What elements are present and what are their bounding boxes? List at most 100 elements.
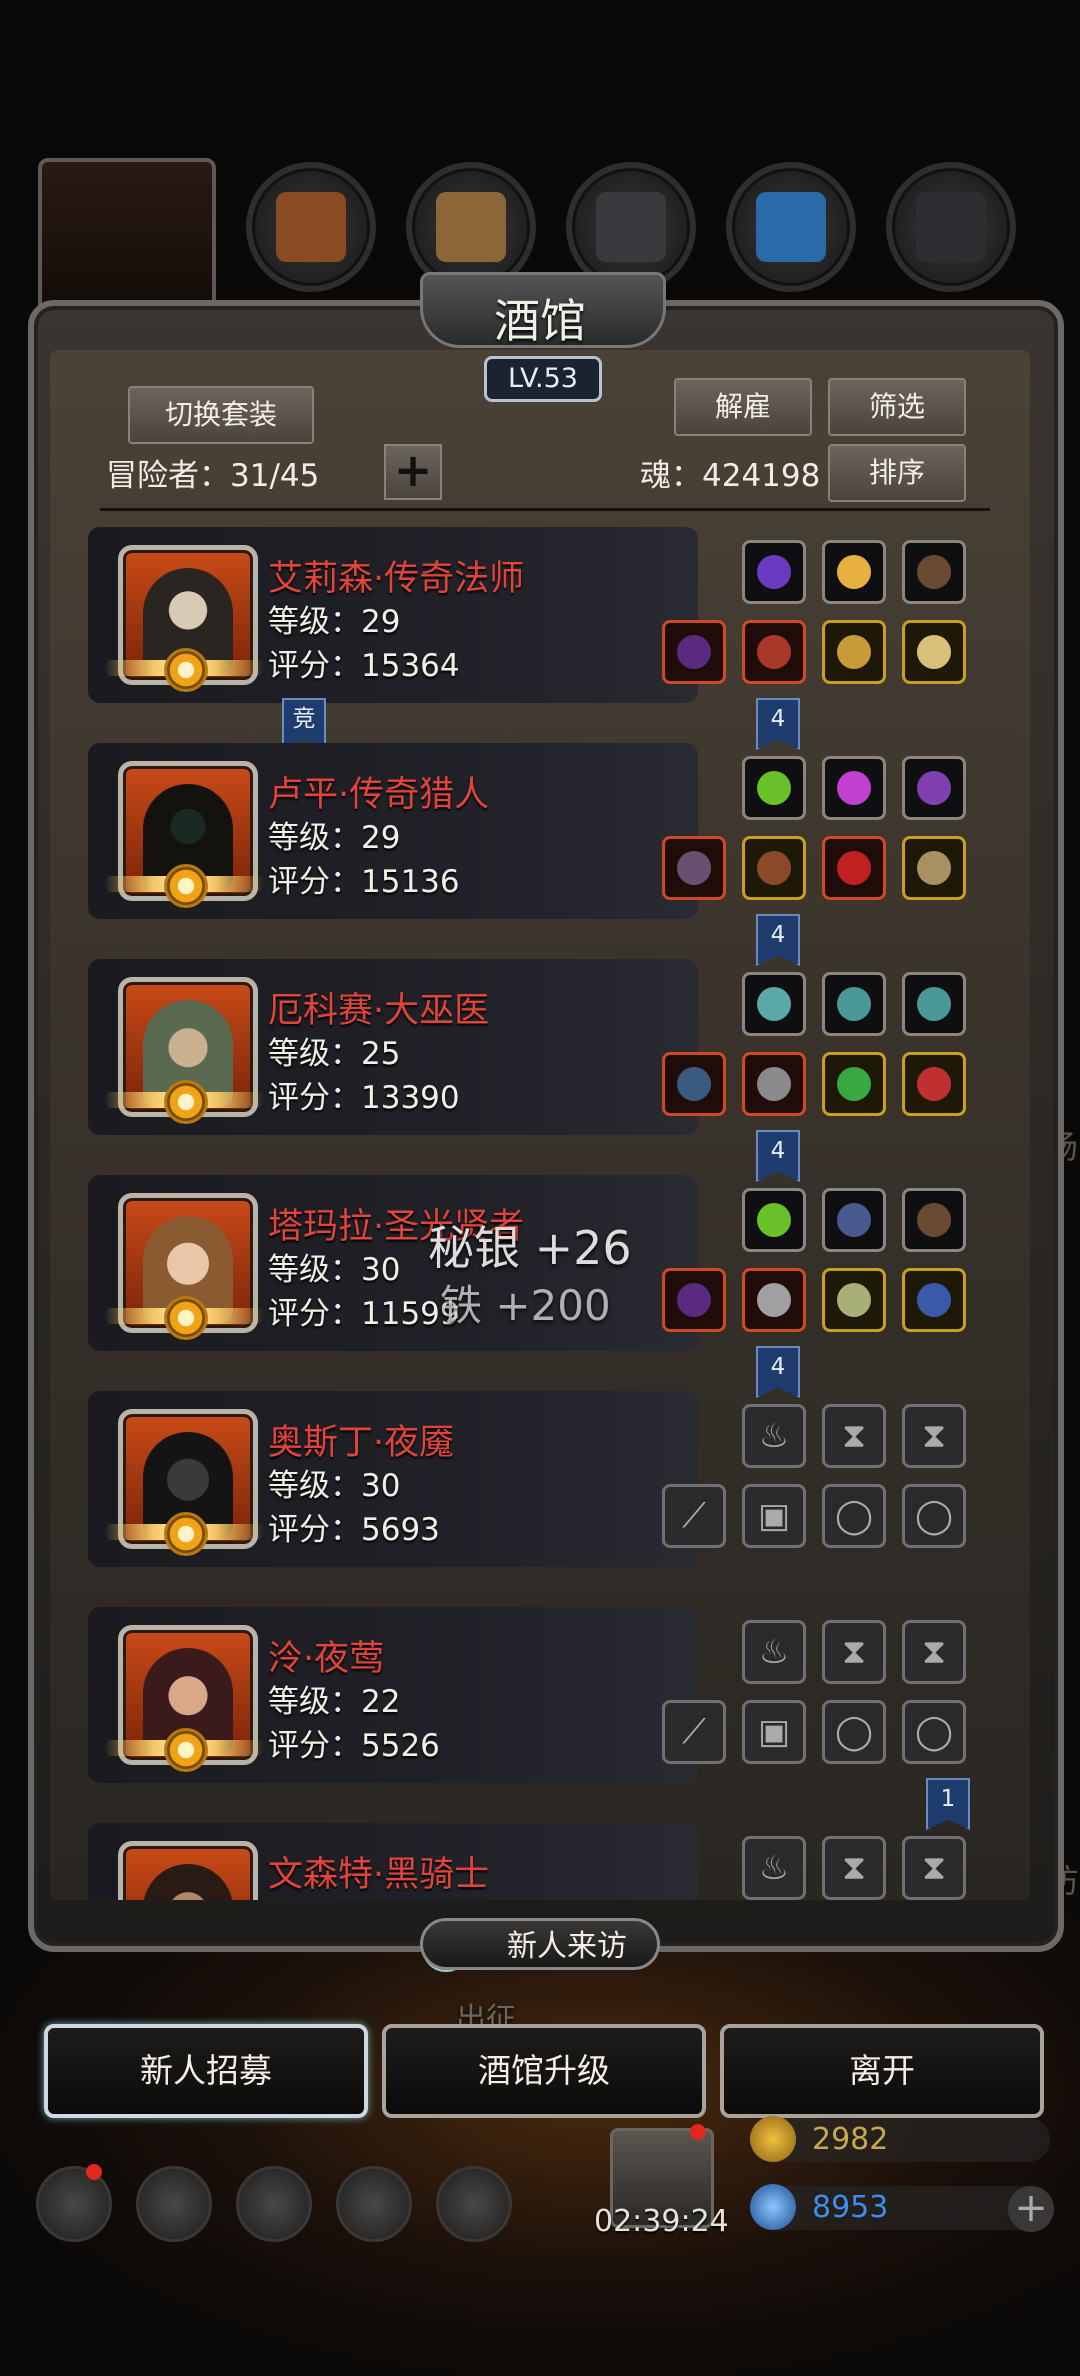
- flame-slot-icon[interactable]: ♨: [742, 1620, 806, 1684]
- ring-slot-icon[interactable]: ◯: [822, 1484, 886, 1548]
- page-title: 酒馆: [494, 294, 586, 348]
- eye-icon[interactable]: [822, 836, 886, 900]
- guild-icon[interactable]: [436, 2166, 512, 2242]
- pouch-icon[interactable]: [902, 1188, 966, 1252]
- blade-slot-icon[interactable]: ⟋: [662, 1484, 726, 1548]
- hero-level: 等级：30: [268, 1468, 401, 1504]
- hero-score: 评分：5526: [268, 1728, 440, 1764]
- hourglass-slot-icon[interactable]: ⧗: [902, 1404, 966, 1468]
- sort-button[interactable]: 排序: [828, 444, 966, 502]
- pendant-icon[interactable]: [902, 620, 966, 684]
- tab-leather[interactable]: [246, 162, 376, 292]
- achievement-icon[interactable]: [136, 2166, 212, 2242]
- ring-slot-icon[interactable]: ◯: [902, 1700, 966, 1764]
- divider: [100, 508, 990, 511]
- hero-score: 评分：15364: [268, 648, 460, 684]
- hourglass-slot-icon[interactable]: ⧗: [822, 1620, 886, 1684]
- equip-count-badge: 4: [756, 914, 800, 966]
- ring-icon[interactable]: [822, 1268, 886, 1332]
- gift-timer: 02:39:24: [594, 2204, 729, 2239]
- hero-name: 文森特·黑骑士: [268, 1855, 490, 1895]
- armor-icon[interactable]: [742, 1268, 806, 1332]
- soul-currency: 魂：424198: [640, 458, 821, 494]
- flame-slot-icon[interactable]: ♨: [742, 1404, 806, 1468]
- armor-slot-icon[interactable]: ▣: [742, 1700, 806, 1764]
- gold-amount: 2982: [812, 2122, 889, 2157]
- hourglass-slot-icon[interactable]: ⧗: [822, 1404, 886, 1468]
- crossbow-icon[interactable]: [662, 836, 726, 900]
- staff-icon[interactable]: [662, 1268, 726, 1332]
- equip-count-badge: 1: [926, 1778, 970, 1830]
- hero-level: 等级：22: [268, 1684, 401, 1720]
- lantern-icon[interactable]: [822, 540, 886, 604]
- hourglass-slot-icon[interactable]: ⧗: [902, 1836, 966, 1900]
- hero-name: 泠·夜莺: [268, 1639, 385, 1679]
- recruit-button[interactable]: 新人招募: [44, 2024, 368, 2118]
- lantern-red-icon[interactable]: [742, 620, 806, 684]
- gem-icon: [750, 2184, 796, 2230]
- switch-outfit-button[interactable]: 切换套装: [128, 386, 314, 444]
- hero-name: 艾莉森·传奇法师: [268, 559, 525, 599]
- new-visitor-button[interactable]: 新人来访: [420, 1918, 660, 1970]
- stone-icon[interactable]: [902, 972, 966, 1036]
- staff-icon[interactable]: [662, 620, 726, 684]
- hourglass-slot-icon[interactable]: ⧗: [902, 1620, 966, 1684]
- mail-icon[interactable]: [336, 2166, 412, 2242]
- hero-portrait[interactable]: [118, 1841, 258, 1900]
- gem-pink-icon[interactable]: [822, 756, 886, 820]
- rank-emblem-icon: [164, 648, 208, 692]
- amulet-icon[interactable]: [902, 1052, 966, 1116]
- hero-level: 等级：30: [268, 1252, 401, 1288]
- settings-icon[interactable]: [36, 2166, 112, 2242]
- gem-amount: 8953: [812, 2190, 889, 2225]
- stone-icon[interactable]: [822, 972, 886, 1036]
- hero-score: 评分：5693: [268, 1512, 440, 1548]
- armor-slot-icon[interactable]: ▣: [742, 1484, 806, 1548]
- gem-purple-icon[interactable]: [742, 540, 806, 604]
- rank-emblem-icon: [164, 864, 208, 908]
- equip-count-badge: 4: [756, 1130, 800, 1182]
- level-badge: LV.53: [484, 356, 602, 402]
- flame-slot-icon[interactable]: ♨: [742, 1836, 806, 1900]
- tab-heroes[interactable]: [38, 158, 216, 316]
- ring-icon[interactable]: [902, 836, 966, 900]
- frog-icon[interactable]: [822, 1052, 886, 1116]
- hero-level: 等级：25: [268, 1036, 401, 1072]
- notification-dot: [86, 2164, 102, 2180]
- ring-icon[interactable]: [822, 620, 886, 684]
- leave-button[interactable]: 离开: [720, 2024, 1044, 2118]
- filter-button[interactable]: 筛选: [828, 378, 966, 436]
- armor-icon[interactable]: [742, 1052, 806, 1116]
- upgrade-tavern-button[interactable]: 酒馆升级: [382, 2024, 706, 2118]
- ring-slot-icon[interactable]: ◯: [822, 1700, 886, 1764]
- pouch-icon[interactable]: [902, 540, 966, 604]
- lantern-icon[interactable]: [902, 756, 966, 820]
- resource-gain-text: 铁 +200: [440, 1281, 611, 1330]
- hourglass-slot-icon[interactable]: ⧗: [822, 1836, 886, 1900]
- ring-slot-icon[interactable]: ◯: [902, 1484, 966, 1548]
- tab-steel[interactable]: [886, 162, 1016, 292]
- notification-dot: [690, 2124, 706, 2140]
- add-currency-button[interactable]: +: [1008, 2186, 1054, 2232]
- potion-green-icon[interactable]: [742, 756, 806, 820]
- shield-icon[interactable]: [236, 2166, 312, 2242]
- pendant-icon[interactable]: [902, 1268, 966, 1332]
- potion-green-icon[interactable]: [742, 1188, 806, 1252]
- gold-coin-icon: [750, 2116, 796, 2162]
- resource-gain-text: 秘银 +26: [428, 1221, 632, 1275]
- hero-score: 评分：15136: [268, 864, 460, 900]
- blade-slot-icon[interactable]: ⟋: [662, 1700, 726, 1764]
- hero-list[interactable]: 艾莉森·传奇法师 等级：29 评分：15364 竞 4 卢平·传奇猎人 等级：2…: [50, 520, 1030, 1900]
- rank-emblem-icon: [164, 1728, 208, 1772]
- triangle-icon[interactable]: [822, 1188, 886, 1252]
- wand-icon[interactable]: [662, 1052, 726, 1116]
- dismiss-button[interactable]: 解雇: [674, 378, 812, 436]
- equip-count-badge: 4: [756, 1346, 800, 1398]
- hero-level: 等级：29: [268, 604, 401, 640]
- expand-capacity-button[interactable]: +: [384, 444, 442, 500]
- armor-icon[interactable]: [742, 836, 806, 900]
- rank-emblem-icon: [164, 1080, 208, 1124]
- tab-crystal[interactable]: [726, 162, 856, 292]
- stone-icon[interactable]: [742, 972, 806, 1036]
- rank-emblem-icon: [164, 1512, 208, 1556]
